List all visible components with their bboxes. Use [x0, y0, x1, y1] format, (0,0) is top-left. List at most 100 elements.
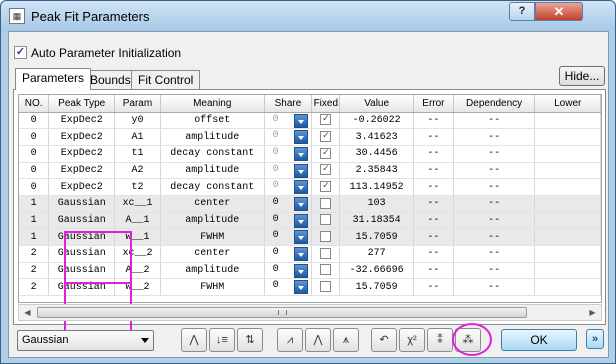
cell-share[interactable]: 0: [264, 262, 313, 280]
cell-share[interactable]: 0: [264, 278, 313, 297]
cell-dependency[interactable]: --: [453, 262, 536, 280]
cell-error[interactable]: --: [413, 145, 454, 163]
peak-function-select[interactable]: Gaussian: [17, 330, 154, 351]
cell-error[interactable]: --: [413, 262, 454, 280]
cell-lower[interactable]: [534, 162, 601, 180]
share-dropdown-icon[interactable]: [294, 230, 309, 245]
cell-meaning[interactable]: center: [160, 245, 265, 263]
cell-fixed[interactable]: ✓: [311, 128, 341, 146]
cell-fixed[interactable]: [311, 195, 341, 213]
cell-lower[interactable]: [534, 245, 601, 263]
cell-peak-type[interactable]: ExpDec2: [48, 128, 116, 146]
cell-dependency[interactable]: --: [453, 195, 536, 213]
column-header[interactable]: Meaning: [160, 95, 265, 113]
cell-param[interactable]: w__1: [114, 228, 161, 246]
column-header[interactable]: Param: [114, 95, 161, 113]
fixed-checkbox[interactable]: ✓: [320, 164, 332, 176]
column-header[interactable]: Value: [339, 95, 415, 113]
peak-area-button[interactable]: ⩚: [333, 328, 359, 352]
cell-meaning[interactable]: offset: [160, 112, 265, 130]
cell-lower[interactable]: [534, 145, 601, 163]
one-iteration-button[interactable]: ⁑: [427, 328, 453, 352]
cell-share[interactable]: 0: [264, 112, 313, 130]
table-row[interactable]: 0 ExpDec2 y0 offset 0 ✓ -0.26022 -- --: [19, 112, 601, 130]
table-row[interactable]: 0 ExpDec2 A2 amplitude 0 ✓ 2.35843 -- --: [19, 162, 601, 180]
cell-share[interactable]: 0: [264, 212, 313, 230]
cell-no[interactable]: 1: [19, 228, 50, 246]
cell-lower[interactable]: [534, 278, 601, 297]
cell-peak-type[interactable]: Gaussian: [48, 245, 116, 263]
cell-meaning[interactable]: amplitude: [160, 262, 265, 280]
cell-meaning[interactable]: amplitude: [160, 162, 265, 180]
tab-bounds[interactable]: Bounds: [83, 70, 138, 90]
cell-param[interactable]: t1: [114, 145, 161, 163]
table-row[interactable]: 2 Gaussian w__2 FWHM 0 15.7059 -- --: [19, 278, 601, 297]
cell-dependency[interactable]: --: [453, 162, 536, 180]
cell-share[interactable]: 0: [264, 145, 313, 163]
peak-shape-button[interactable]: ⋀: [305, 328, 331, 352]
cell-value[interactable]: 277: [339, 245, 415, 263]
cell-peak-type[interactable]: Gaussian: [48, 195, 116, 213]
cell-lower[interactable]: [534, 112, 601, 130]
fixed-checkbox[interactable]: ✓: [320, 181, 332, 193]
share-dropdown-icon[interactable]: [294, 130, 309, 145]
cell-fixed[interactable]: [311, 228, 341, 246]
column-header[interactable]: Share: [264, 95, 313, 113]
cell-meaning[interactable]: FWHM: [160, 228, 265, 246]
cell-param[interactable]: xc__2: [114, 245, 161, 263]
cell-no[interactable]: 1: [19, 195, 50, 213]
cell-value[interactable]: 103: [339, 195, 415, 213]
cell-meaning[interactable]: amplitude: [160, 128, 265, 146]
cell-no[interactable]: 2: [19, 262, 50, 280]
fixed-checkbox[interactable]: ✓: [320, 130, 332, 142]
fixed-checkbox[interactable]: [320, 264, 332, 276]
table-row[interactable]: 0 ExpDec2 A1 amplitude 0 ✓ 3.41623 -- --: [19, 128, 601, 146]
share-dropdown-icon[interactable]: [294, 263, 309, 278]
share-dropdown-icon[interactable]: [294, 280, 309, 295]
cell-param[interactable]: y0: [114, 112, 161, 130]
cell-share[interactable]: 0: [264, 195, 313, 213]
hide-button[interactable]: Hide...: [559, 66, 605, 86]
table-row[interactable]: 0 ExpDec2 t1 decay constant 0 ✓ 30.4456 -- --: [19, 145, 601, 163]
cell-fixed[interactable]: ✓: [311, 112, 341, 130]
cell-peak-type[interactable]: Gaussian: [48, 278, 116, 297]
cell-value[interactable]: 3.41623: [339, 128, 415, 146]
cell-error[interactable]: --: [413, 212, 454, 230]
cell-param[interactable]: xc__1: [114, 195, 161, 213]
table-row[interactable]: 2 Gaussian A__2 amplitude 0 -32.66696 -- --: [19, 262, 601, 280]
cell-dependency[interactable]: --: [453, 178, 536, 196]
tab-fit-control[interactable]: Fit Control: [131, 70, 201, 90]
cell-meaning[interactable]: amplitude: [160, 212, 265, 230]
fixed-checkbox[interactable]: [320, 247, 332, 259]
cell-peak-type[interactable]: Gaussian: [48, 228, 116, 246]
cell-no[interactable]: 0: [19, 178, 50, 196]
fixed-checkbox[interactable]: ✓: [320, 147, 332, 159]
cell-dependency[interactable]: --: [453, 245, 536, 263]
cell-param[interactable]: t2: [114, 178, 161, 196]
fixed-checkbox[interactable]: ✓: [320, 114, 332, 126]
reset-button[interactable]: ↶: [371, 328, 397, 352]
help-button[interactable]: ?: [509, 2, 535, 21]
cell-fixed[interactable]: ✓: [311, 145, 341, 163]
cell-error[interactable]: --: [413, 162, 454, 180]
sort-params-button[interactable]: ↓≡: [209, 328, 235, 352]
cell-param[interactable]: A__2: [114, 262, 161, 280]
column-header[interactable]: Error: [413, 95, 454, 113]
cell-peak-type[interactable]: ExpDec2: [48, 145, 116, 163]
table-row[interactable]: 1 Gaussian w__1 FWHM 0 15.7059 -- --: [19, 228, 601, 246]
cell-meaning[interactable]: decay constant: [160, 178, 265, 196]
cell-no[interactable]: 1: [19, 212, 50, 230]
cell-value[interactable]: 113.14952: [339, 178, 415, 196]
share-dropdown-icon[interactable]: [294, 180, 309, 195]
cell-lower[interactable]: [534, 178, 601, 196]
cell-share[interactable]: 0: [264, 228, 313, 246]
column-header[interactable]: Fixed: [311, 95, 341, 113]
column-header[interactable]: Dependency: [453, 95, 536, 113]
cell-lower[interactable]: [534, 228, 601, 246]
share-dropdown-icon[interactable]: [294, 146, 309, 161]
cell-lower[interactable]: [534, 195, 601, 213]
cell-share[interactable]: 0: [264, 162, 313, 180]
scroll-right-icon[interactable]: ▶: [584, 305, 601, 320]
cell-error[interactable]: --: [413, 278, 454, 297]
share-dropdown-icon[interactable]: [294, 213, 309, 228]
